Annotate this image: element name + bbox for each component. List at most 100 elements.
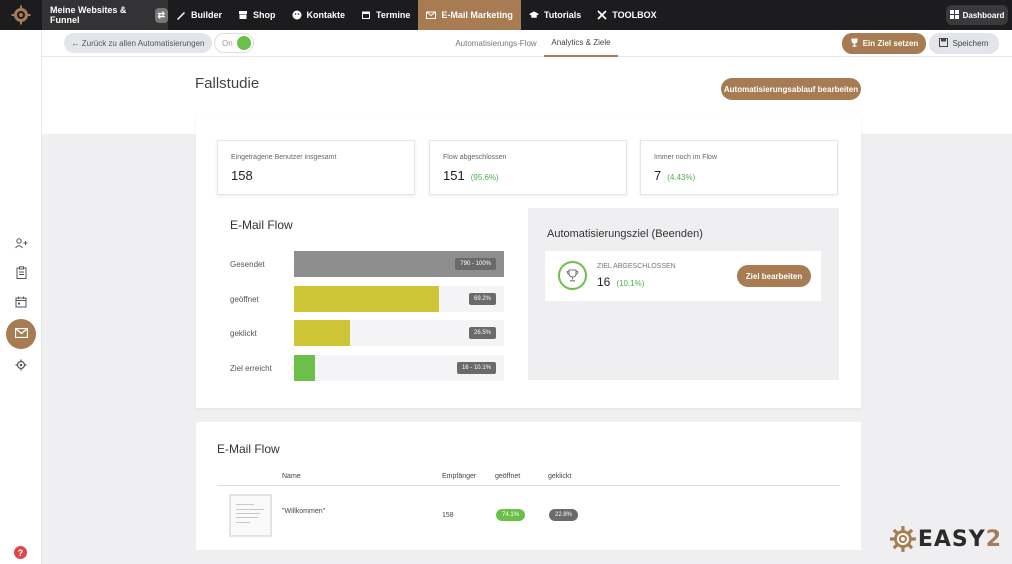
flow-bar-clicked: 26.5%	[294, 320, 504, 346]
nav-toolbox[interactable]: TOOLBOX	[589, 0, 664, 30]
app-logo[interactable]	[0, 0, 42, 30]
nav-termine[interactable]: Termine	[353, 0, 418, 30]
brand-prefix: EASY	[917, 526, 986, 552]
nav-builder[interactable]: Builder	[168, 0, 230, 30]
nav-builder-label: Builder	[191, 10, 223, 20]
email-flow-title: E-Mail Flow	[230, 218, 293, 232]
goal-percent: (10.1%)	[616, 279, 645, 288]
goal-completed-value: 16 (10.1%)	[597, 275, 644, 289]
clicked-rate-badge: 22.8%	[549, 509, 579, 521]
email-name[interactable]: "Willkommen"	[282, 508, 325, 515]
back-to-automations-button[interactable]: ← Zurück zu allen Automatisierungen	[64, 33, 212, 53]
nav-contacts-label: Kontakte	[306, 10, 346, 20]
nav-email-marketing-label: E-Mail Marketing	[441, 10, 513, 20]
stat-percent: (95.6%)	[470, 173, 499, 182]
dashboard-label: Dashboard	[962, 10, 1005, 20]
nav-tutorials[interactable]: Tutorials	[521, 0, 589, 30]
thumbnail-line	[236, 517, 258, 518]
nav-email-marketing[interactable]: E-Mail Marketing	[418, 0, 521, 30]
thumbnail-line	[236, 522, 250, 523]
stat-flow-completed: Flow abgeschlossen 151 (95.6%)	[429, 140, 627, 195]
flow-row-label-sent: Gesendet	[230, 260, 265, 269]
nav-shop[interactable]: Shop	[230, 0, 284, 30]
automation-toggle[interactable]: On	[214, 33, 254, 53]
save-button[interactable]: Speichern	[929, 33, 999, 54]
flow-bar-badge: 16 - 10.1%	[456, 362, 496, 374]
swap-icon[interactable]: ⇄	[154, 7, 168, 23]
store-icon	[238, 10, 248, 20]
calendar-icon[interactable]	[13, 294, 29, 310]
flow-row-label-clicked: geklickt	[230, 329, 257, 338]
thumbnail-line	[236, 513, 260, 514]
email-thumbnail[interactable]	[229, 494, 272, 537]
user-group-icon[interactable]	[13, 235, 29, 251]
email-flow-table-title: E-Mail Flow	[217, 442, 280, 456]
sidebar-email-active[interactable]	[6, 319, 36, 349]
flow-bar-badge: 26.5%	[468, 327, 496, 339]
edit-goal-button[interactable]: Ziel bearbeiten	[737, 265, 811, 287]
dashboard-button[interactable]: Dashboard	[946, 5, 1008, 25]
thumbnail-line	[236, 504, 254, 505]
flow-bar-badge: 69.2%	[468, 293, 496, 305]
nav-termine-label: Termine	[376, 10, 411, 20]
nav-contacts[interactable]: Kontakte	[284, 0, 354, 30]
email-recipients: 158	[442, 512, 454, 519]
column-header-clicked: geklickt	[548, 473, 572, 480]
nav-shop-label: Shop	[253, 10, 276, 20]
stat-total-users: Eingetragene Benutzer insgesamt 158	[217, 140, 415, 195]
stat-label: Immer noch im Flow	[654, 154, 718, 161]
column-header-opened: geöffnet	[495, 473, 521, 480]
save-icon	[939, 38, 949, 49]
goal-completed-label: ZIEL ABGESCHLOSSEN	[597, 263, 676, 270]
calendar-icon	[361, 10, 371, 20]
brand-suffix: 2	[985, 526, 1002, 552]
thumbnail-line	[236, 509, 264, 510]
sub-header: ← Zurück zu allen Automatisierungen On A…	[42, 30, 1012, 57]
column-header-name: Name	[282, 473, 301, 480]
brand-wordmark: EASY2	[918, 527, 1002, 552]
trophy-icon	[850, 38, 859, 49]
flow-bar-sent: 790 - 100%	[294, 251, 504, 277]
stat-percent: (4.43%)	[667, 173, 696, 182]
clipboard-icon[interactable]	[13, 264, 29, 280]
column-header-recipients: Empfänger	[442, 473, 477, 480]
automation-goal-panel: Automatisierungsziel (Beenden) ZIEL ABGE…	[528, 208, 839, 380]
toggle-label: On	[222, 38, 233, 48]
gear-logo-icon	[11, 5, 31, 25]
goal-number: 16	[597, 275, 611, 289]
goal-summary: ZIEL ABGESCHLOSSEN 16 (10.1%) Ziel bearbe…	[545, 251, 821, 301]
graduation-cap-icon	[528, 10, 539, 20]
stat-value: 7 (4.43%)	[654, 168, 695, 183]
nav-tutorials-label: Tutorials	[543, 10, 582, 20]
set-goal-button[interactable]: Ein Ziel setzen	[842, 33, 926, 54]
top-navigation: Meine Websites & Funnel ⇄ Builder Shop K…	[0, 0, 1012, 30]
tab-automation-flow[interactable]: Automatisierungs-Flow	[452, 30, 540, 57]
websites-label: Meine Websites & Funnel	[50, 5, 127, 25]
edit-automation-flow-button[interactable]: Automatisierungsablauf bearbeiten	[721, 78, 861, 100]
mail-icon	[426, 10, 437, 20]
left-sidebar: ?	[0, 30, 42, 564]
contacts-icon	[292, 10, 302, 20]
tab-analytics-goals[interactable]: Analytics & Ziele	[544, 30, 618, 57]
flow-row-label-goal: Ziel erreicht	[230, 364, 272, 373]
stat-number: 7	[654, 168, 662, 183]
goal-panel-title: Automatisierungsziel (Beenden)	[547, 228, 703, 240]
stat-value: 158	[231, 168, 259, 183]
flow-bar-goal: 16 - 10.1%	[294, 355, 504, 381]
flow-bar-fill	[294, 320, 350, 346]
tools-icon	[597, 10, 607, 20]
stat-number: 158	[231, 168, 253, 183]
websites-funnel-switcher[interactable]: Meine Websites & Funnel ⇄	[42, 0, 168, 30]
stat-value: 151 (95.6%)	[443, 168, 499, 183]
mail-icon	[14, 325, 28, 343]
stat-number: 151	[443, 168, 465, 183]
help-icon[interactable]: ?	[14, 546, 27, 559]
settings-gear-icon[interactable]	[13, 357, 29, 373]
flow-bar-fill	[294, 286, 440, 312]
analytics-card: Eingetragene Benutzer insgesamt 158 Flow…	[196, 114, 861, 408]
flow-bar-badge: 790 - 100%	[455, 258, 496, 270]
grid-icon	[949, 9, 959, 21]
stat-label: Eingetragene Benutzer insgesamt	[231, 154, 337, 161]
save-label: Speichern	[952, 39, 989, 48]
email-flow-table-card: E-Mail Flow Name Empfänger geöffnet gekl…	[196, 422, 861, 550]
